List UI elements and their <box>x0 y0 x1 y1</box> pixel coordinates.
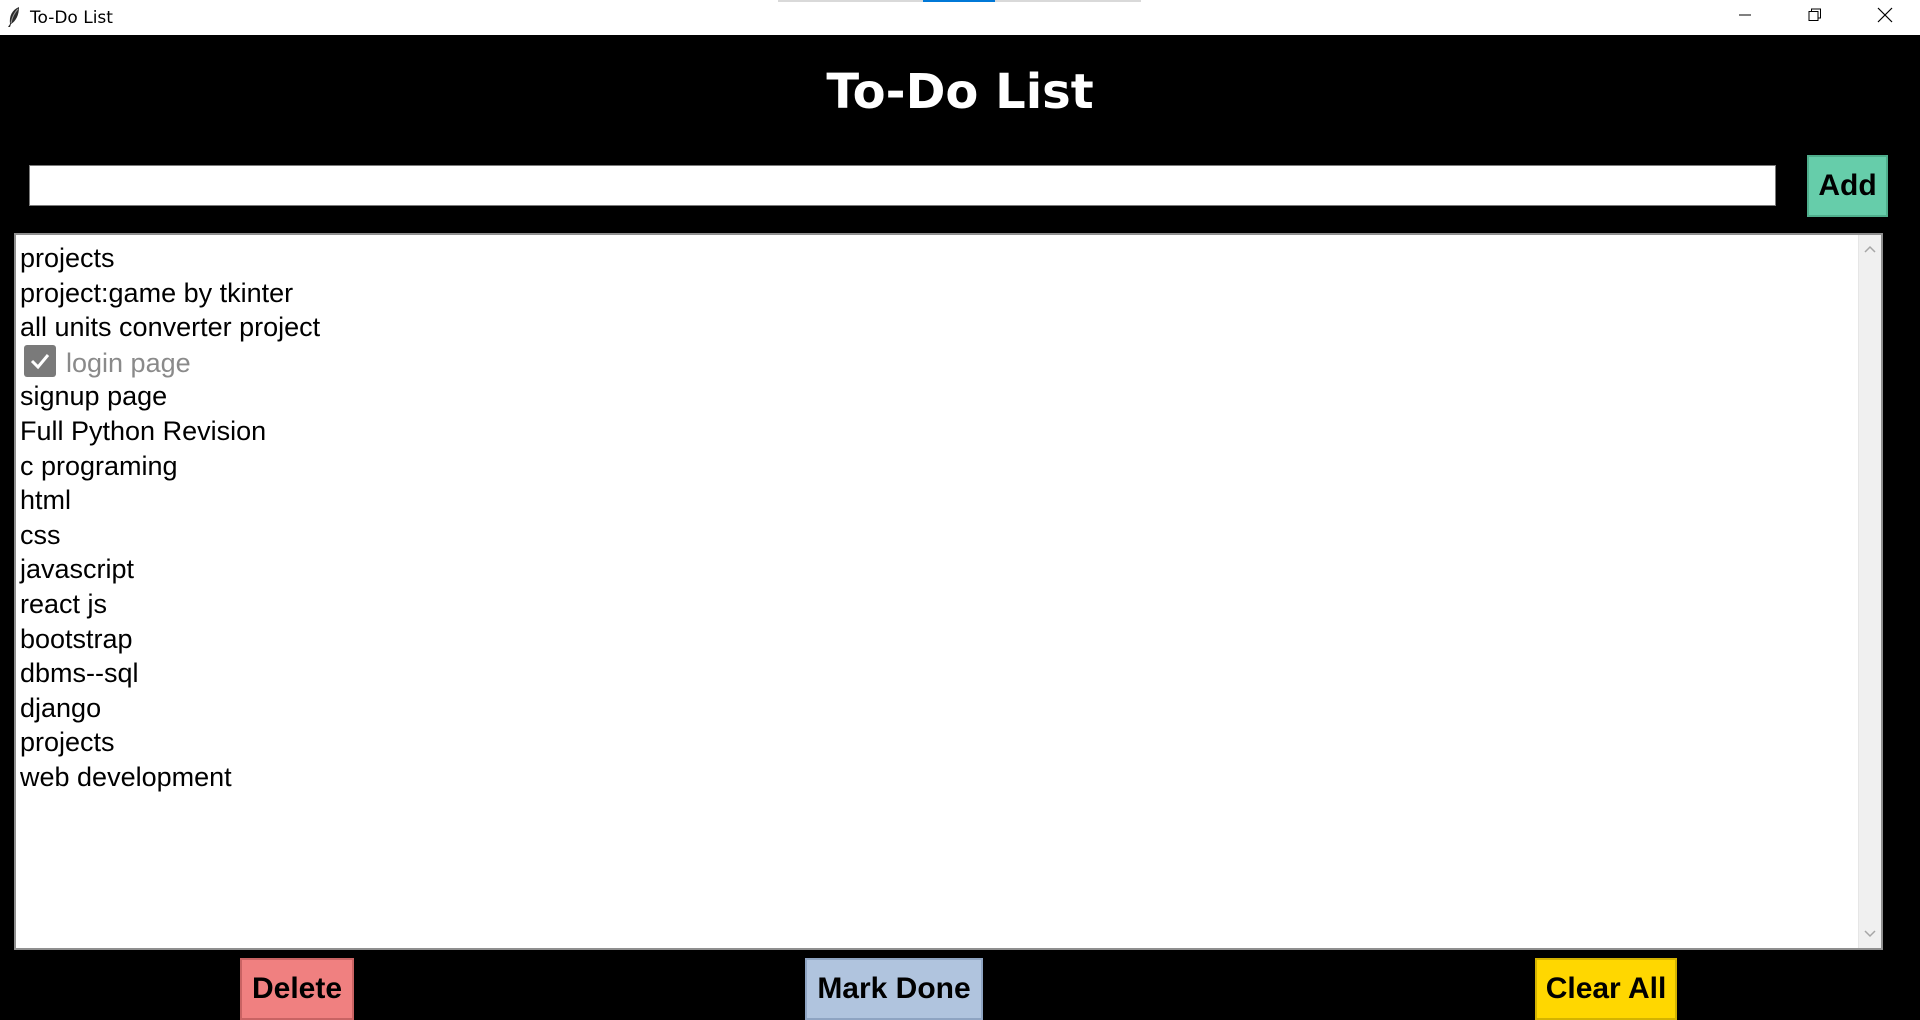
title-bar[interactable]: To-Do List <box>0 0 1920 35</box>
task-text: bootstrap <box>20 623 133 654</box>
task-text: project:game by tkinter <box>20 277 294 308</box>
task-list-items: projects project:game by tkinter all units… <box>20 241 320 795</box>
restore-icon <box>1808 8 1822 27</box>
task-list-item[interactable]: projects <box>20 725 320 760</box>
task-input[interactable] <box>29 165 1776 206</box>
feather-icon <box>6 6 22 28</box>
task-list[interactable]: projects project:game by tkinter all units… <box>14 233 1883 950</box>
task-text: dbms--sql <box>20 658 139 689</box>
mark-done-button[interactable]: Mark Done <box>805 958 983 1020</box>
task-text: c programing <box>20 450 178 481</box>
scroll-down-icon[interactable] <box>1864 925 1876 943</box>
task-text: html <box>20 485 72 516</box>
vertical-scrollbar[interactable] <box>1858 235 1881 948</box>
close-icon <box>1877 7 1893 28</box>
title-bar-accent-active <box>923 0 995 2</box>
task-list-item[interactable]: html <box>20 483 320 518</box>
add-button[interactable]: Add <box>1807 155 1888 217</box>
minimize-button[interactable] <box>1710 0 1780 35</box>
clear-all-button[interactable]: Clear All <box>1535 958 1677 1020</box>
window-title: To-Do List <box>30 8 113 28</box>
task-list-item[interactable]: react js <box>20 587 320 622</box>
delete-button[interactable]: Delete <box>240 958 354 1020</box>
task-text: all units converter project <box>20 312 321 343</box>
task-text: css <box>20 519 61 550</box>
checkmark-icon <box>24 344 56 377</box>
task-text: login page <box>66 347 191 378</box>
task-list-item[interactable]: css <box>20 518 320 553</box>
task-list-item[interactable]: web development <box>20 760 320 795</box>
page-title: To-Do List <box>826 64 1094 120</box>
restore-button[interactable] <box>1780 0 1850 35</box>
app-window: To-Do List To-Do List Add projects proje… <box>0 0 1920 1020</box>
close-button[interactable] <box>1850 0 1920 35</box>
task-text: projects <box>20 243 115 273</box>
task-text: javascript <box>20 554 135 585</box>
task-list-item[interactable]: signup page <box>20 379 320 414</box>
task-list-item[interactable]: Full Python Revision <box>20 414 320 449</box>
task-text: react js <box>20 588 108 619</box>
task-text: web development <box>20 761 232 792</box>
task-list-item[interactable]: login page <box>20 344 320 380</box>
task-list-item[interactable]: project:game by tkinter <box>20 276 320 311</box>
task-list-item[interactable]: dbms--sql <box>20 656 320 691</box>
task-list-item[interactable]: django <box>20 691 320 726</box>
scroll-up-icon[interactable] <box>1864 240 1876 258</box>
task-text: projects <box>20 727 115 758</box>
task-list-item[interactable]: c programing <box>20 449 320 484</box>
minimize-icon <box>1738 8 1752 27</box>
task-text: Full Python Revision <box>20 415 267 446</box>
task-list-item[interactable]: javascript <box>20 552 320 587</box>
task-list-item[interactable]: all units converter project <box>20 310 320 345</box>
task-list-item[interactable]: projects <box>20 241 320 276</box>
task-text: signup page <box>20 381 168 412</box>
task-list-item[interactable]: bootstrap <box>20 622 320 657</box>
task-text: django <box>20 692 102 723</box>
